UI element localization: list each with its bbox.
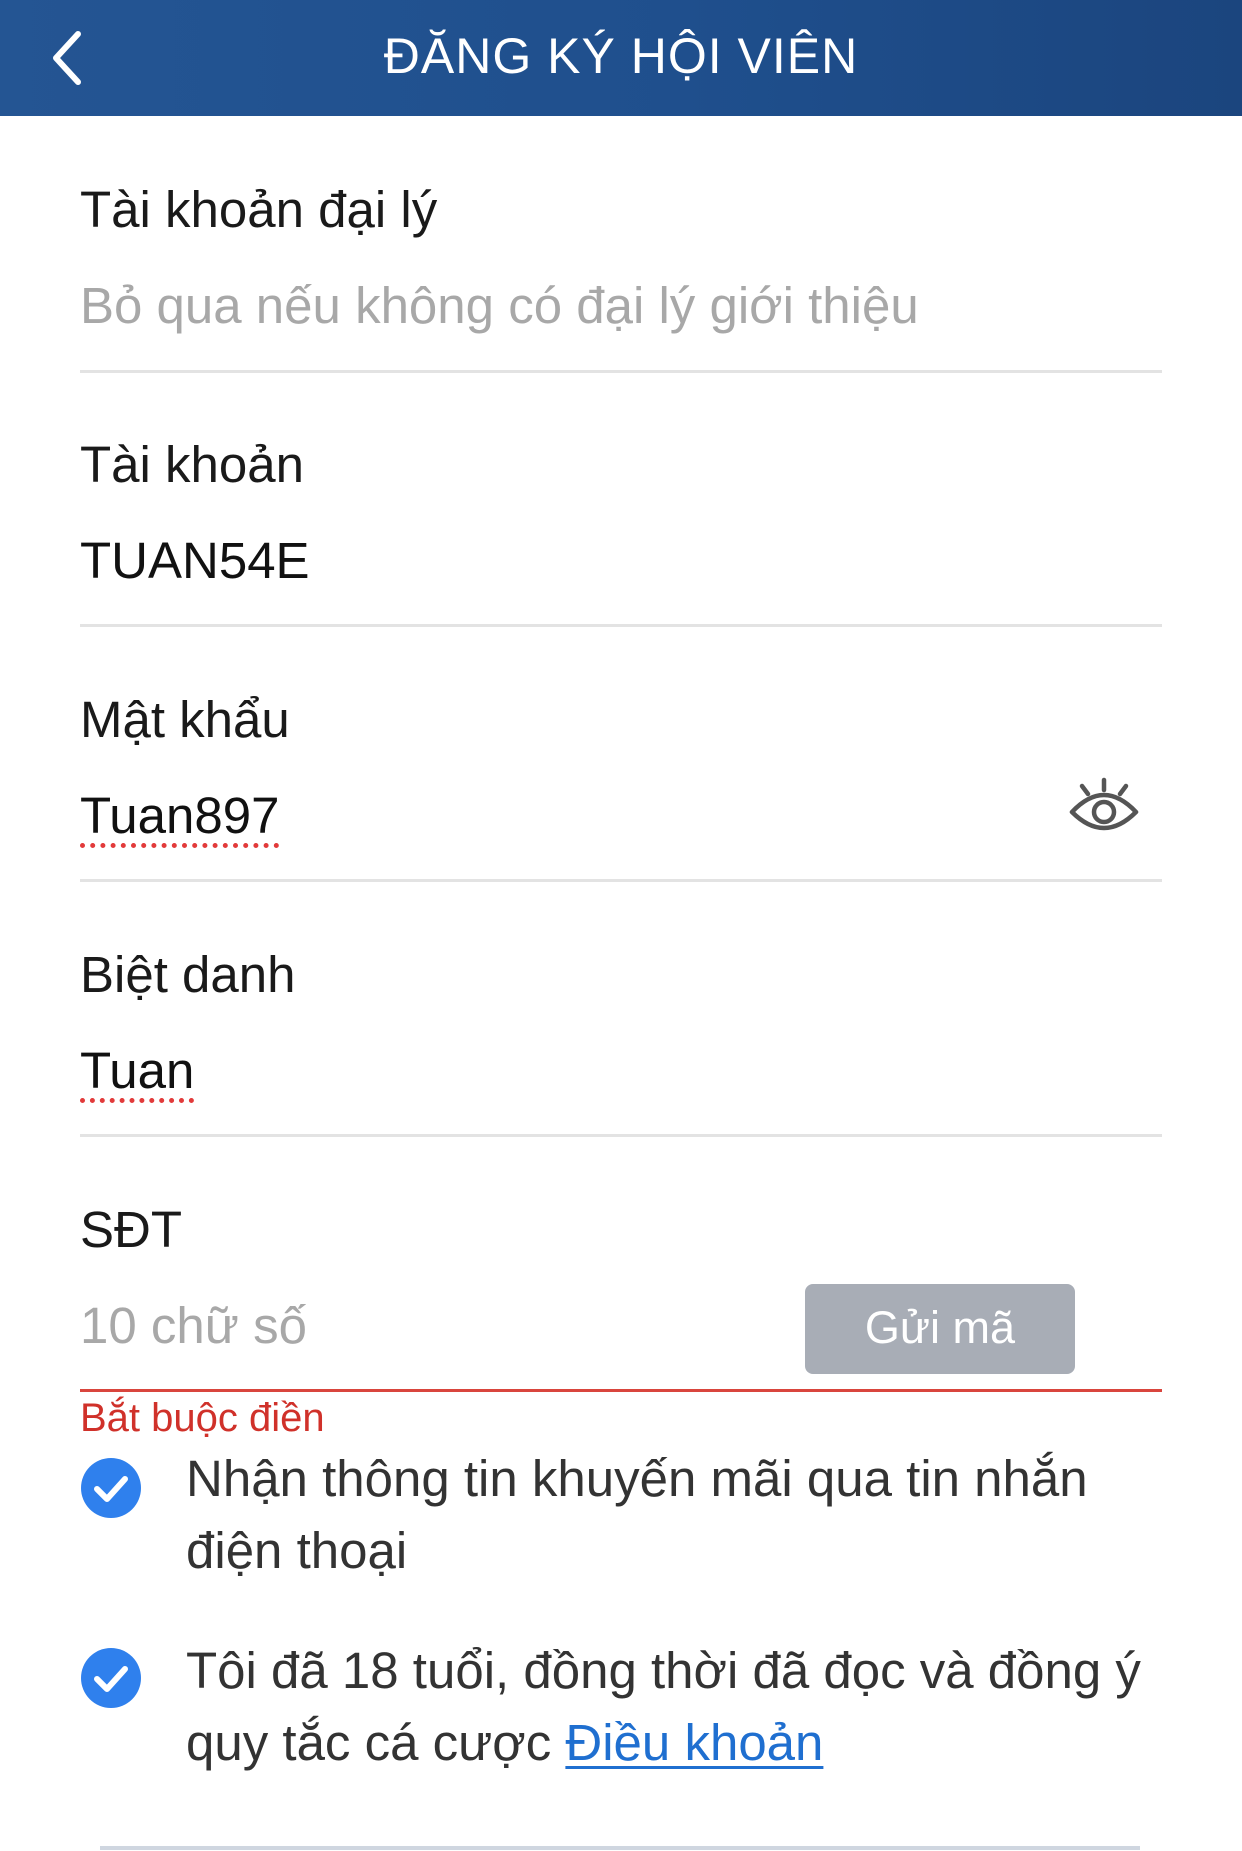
checkmark-circle-icon xyxy=(81,1458,141,1518)
account-input[interactable]: TUAN54E xyxy=(80,531,310,590)
account-divider xyxy=(80,624,1162,627)
promo-checkbox[interactable] xyxy=(80,1457,142,1519)
page-title: ĐĂNG KÝ HỘI VIÊN xyxy=(383,28,859,84)
nickname-label: Biệt danh xyxy=(80,946,296,1003)
phone-divider xyxy=(80,1389,1162,1392)
agent-account-input[interactable]: Bỏ qua nếu không có đại lý giới thiệu xyxy=(80,276,919,335)
bottom-divider xyxy=(100,1846,1140,1850)
terms-checkbox[interactable] xyxy=(80,1647,142,1709)
promo-checkbox-label: Nhận thông tin khuyến mãi qua tin nhắn đ… xyxy=(186,1450,1088,1579)
agent-account-divider xyxy=(80,370,1162,373)
phone-input[interactable]: 10 chữ số xyxy=(80,1296,307,1355)
password-toggle-button[interactable] xyxy=(1066,772,1142,848)
nickname-divider xyxy=(80,1134,1162,1137)
phone-label: SĐT xyxy=(80,1201,182,1258)
eye-icon xyxy=(1069,777,1139,831)
registration-page: ĐĂNG KÝ HỘI VIÊN Tài khoản đại lý Bỏ qua… xyxy=(0,0,1242,1851)
agent-account-label: Tài khoản đại lý xyxy=(80,181,438,238)
account-label: Tài khoản xyxy=(80,436,304,493)
password-input[interactable]: Tuan897 xyxy=(80,786,279,845)
terms-link[interactable]: Điều khoản xyxy=(565,1714,823,1771)
phone-error-message: Bắt buộc điền xyxy=(80,1396,325,1440)
checkmark-circle-icon xyxy=(81,1648,141,1708)
nickname-input[interactable]: Tuan xyxy=(80,1041,194,1100)
send-code-button[interactable]: Gửi mã xyxy=(805,1284,1075,1374)
password-divider xyxy=(80,879,1162,882)
password-label: Mật khẩu xyxy=(80,691,290,748)
terms-checkbox-label: Tôi đã 18 tuổi, đồng thời đã đọc và đồng… xyxy=(186,1635,1186,1779)
header-bar: ĐĂNG KÝ HỘI VIÊN xyxy=(0,0,1242,116)
